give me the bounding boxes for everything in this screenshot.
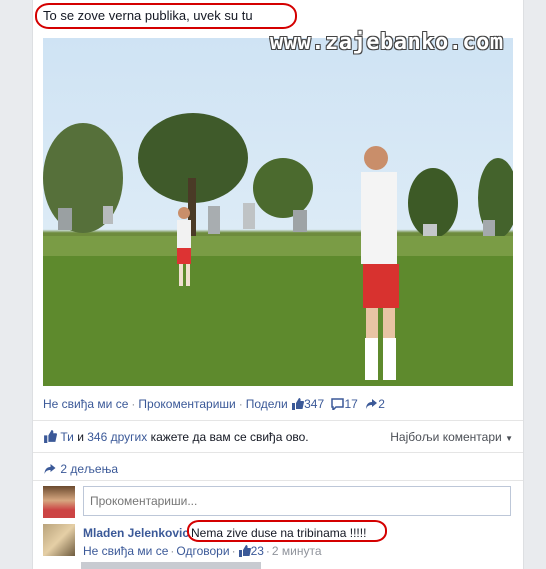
comment-input[interactable]	[83, 486, 511, 516]
photo-scene	[43, 113, 513, 386]
share-count[interactable]: 2	[378, 397, 385, 411]
likes-summary: Ти и 346 других кажете да вам се свиђа о…	[43, 430, 309, 446]
highlight-circle	[187, 520, 387, 542]
likes-rest: кажете да вам се свиђа ово.	[150, 430, 309, 444]
likes-you[interactable]: Ти	[60, 430, 74, 444]
post-card: To se zove verna publika, uvek su tu Не …	[32, 0, 524, 569]
divider	[33, 452, 523, 453]
chevron-down-icon: ▼	[505, 434, 513, 443]
share-link[interactable]: Подели	[246, 397, 288, 411]
divider	[33, 480, 523, 481]
comment-like-count[interactable]: 23	[251, 544, 264, 558]
watermark: www.zajebanko.com	[270, 30, 504, 55]
likes-and: и	[77, 430, 84, 444]
share-icon	[43, 463, 57, 478]
shares-count-text: 2 дељења	[60, 462, 118, 476]
comment-reply-link[interactable]: Одговори	[176, 544, 229, 558]
post-action-bar: Не свиђа ми се · Прокоментариши · Подели 347…	[43, 397, 385, 413]
comment-link[interactable]: Прокоментариши	[138, 397, 235, 411]
commenter-avatar[interactable]	[43, 524, 75, 556]
comment-count[interactable]: 17	[344, 397, 357, 411]
comment-author[interactable]: Mladen Jelenkovic	[83, 526, 189, 540]
top-comments-label: Најбољи коментари	[390, 430, 502, 444]
comment-time[interactable]: 2 минута	[272, 544, 322, 558]
next-comment-preview	[81, 562, 261, 569]
shares-row[interactable]: 2 дељења	[43, 462, 118, 478]
comment-meta: Не свиђа ми се · Одговори · 23 · 2 минута	[83, 544, 322, 560]
highlight-circle	[35, 3, 297, 29]
share-count-icon[interactable]	[365, 398, 378, 413]
divider	[33, 420, 523, 421]
top-comments-dropdown[interactable]: Најбољи коментари ▼	[390, 430, 513, 444]
tree	[253, 158, 313, 218]
comment-count-icon[interactable]	[331, 398, 345, 413]
player-small	[177, 220, 191, 248]
like-count-icon[interactable]	[291, 398, 305, 413]
my-avatar[interactable]	[43, 486, 75, 518]
likes-others-link[interactable]: 346 других	[87, 430, 147, 444]
player-large	[364, 146, 388, 170]
comment-unlike-link[interactable]: Не свиђа ми се	[83, 544, 168, 558]
thumbs-up-icon	[43, 430, 57, 446]
unlike-link[interactable]: Не свиђа ми се	[43, 397, 128, 411]
like-count[interactable]: 347	[304, 397, 324, 411]
thumbs-up-icon	[238, 545, 251, 560]
post-photo[interactable]	[43, 38, 513, 386]
